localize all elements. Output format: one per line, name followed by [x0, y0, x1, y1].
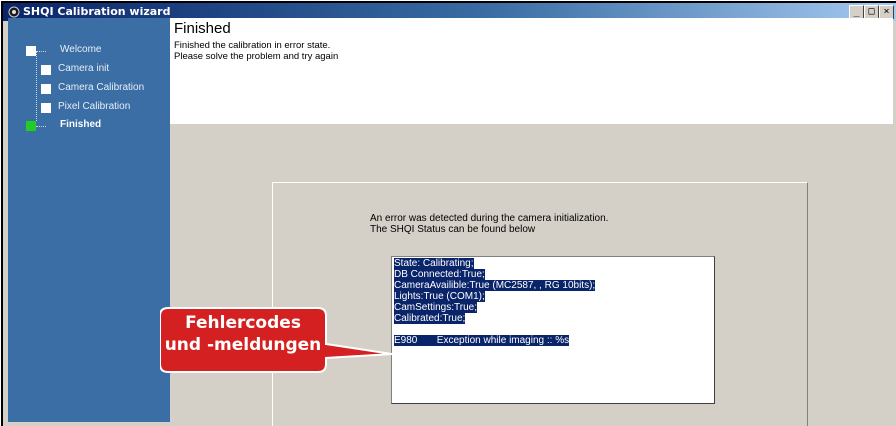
content-panel: An error was detected during the camera … — [272, 182, 808, 426]
wizard-steps-sidebar: Welcome Camera init Camera Calibration P… — [8, 18, 170, 422]
status-line: DB Connected:True; — [394, 269, 485, 280]
minimize-button[interactable]: _ — [849, 5, 864, 19]
message-line: An error was detected during the camera … — [370, 213, 609, 224]
step-status-icon — [26, 46, 36, 56]
step-finished[interactable]: Finished — [26, 119, 166, 133]
step-status-icon — [41, 65, 51, 75]
error-code-line: E980 Exception while imaging :: %s — [394, 335, 570, 346]
message-line: The SHQI Status can be found below — [370, 224, 536, 235]
app-icon — [8, 6, 20, 18]
step-pixel-calibration[interactable]: Pixel Calibration — [41, 101, 166, 115]
step-label: Camera init — [58, 63, 110, 74]
callout-line: und -meldungen — [164, 335, 322, 355]
step-status-icon — [41, 103, 51, 113]
status-line: Lights:True (COM1); — [394, 291, 485, 302]
page-title: Finished — [174, 20, 231, 37]
step-label: Camera Calibration — [58, 82, 145, 93]
tree-connector — [36, 51, 37, 121]
status-line: CameraAvailible:True (MC2587, , RG 10bit… — [394, 280, 596, 291]
step-welcome[interactable]: Welcome — [26, 44, 166, 58]
page-header: Finished Finished the calibration in err… — [170, 18, 893, 124]
subtitle-line: Finished the calibration in error state. — [174, 40, 331, 51]
status-line: Calibrated:True; — [394, 313, 466, 324]
status-line: CamSettings:True; — [394, 302, 477, 313]
subtitle-line: Please solve the problem and try again — [174, 51, 339, 62]
status-textbox[interactable]: State: Calibrating; DB Connected:True; C… — [391, 256, 715, 404]
tree-connector — [36, 126, 46, 127]
window-title: SHQI Calibration wizard — [23, 5, 171, 18]
step-status-icon — [41, 84, 51, 94]
status-line: State: Calibrating; — [394, 258, 474, 269]
callout-label: Fehlercodes und -meldungen — [160, 312, 326, 356]
callout-line: Fehlercodes — [185, 313, 301, 333]
step-label: Finished — [60, 119, 102, 130]
step-label: Welcome — [60, 44, 102, 55]
close-button[interactable]: × — [879, 5, 894, 19]
step-camera-calibration[interactable]: Camera Calibration — [41, 82, 166, 96]
error-message: An error was detected during the camera … — [370, 213, 608, 235]
page-subtitle: Finished the calibration in error state.… — [174, 40, 338, 62]
step-camera-init[interactable]: Camera init — [41, 63, 166, 77]
step-label: Pixel Calibration — [58, 101, 131, 112]
maximize-button[interactable]: □ — [864, 5, 879, 19]
step-status-icon — [26, 121, 36, 131]
annotation-callout: Fehlercodes und -meldungen — [160, 306, 393, 374]
tree-connector — [36, 51, 46, 52]
